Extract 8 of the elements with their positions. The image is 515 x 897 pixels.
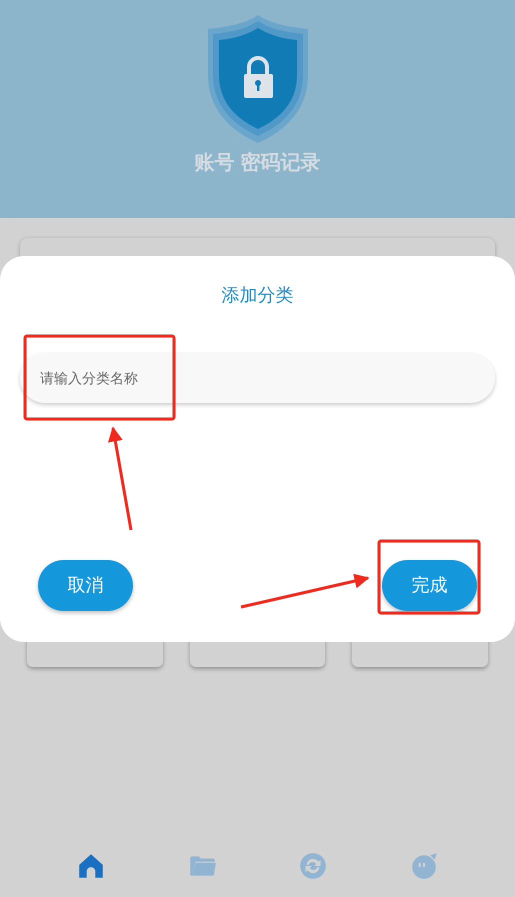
dialog-button[interactable]: 取消 xyxy=(38,560,133,611)
dialog-button[interactable]: 完成 xyxy=(382,560,477,611)
shield-lock-icon xyxy=(206,15,308,143)
sync-icon[interactable] xyxy=(298,851,328,881)
dialog-title: 添加分类 xyxy=(220,284,294,307)
input-field[interactable]: 请输入分类名称 xyxy=(20,353,495,403)
chat-icon[interactable] xyxy=(409,851,440,881)
app-title: 账号 密码记录 xyxy=(194,150,320,176)
